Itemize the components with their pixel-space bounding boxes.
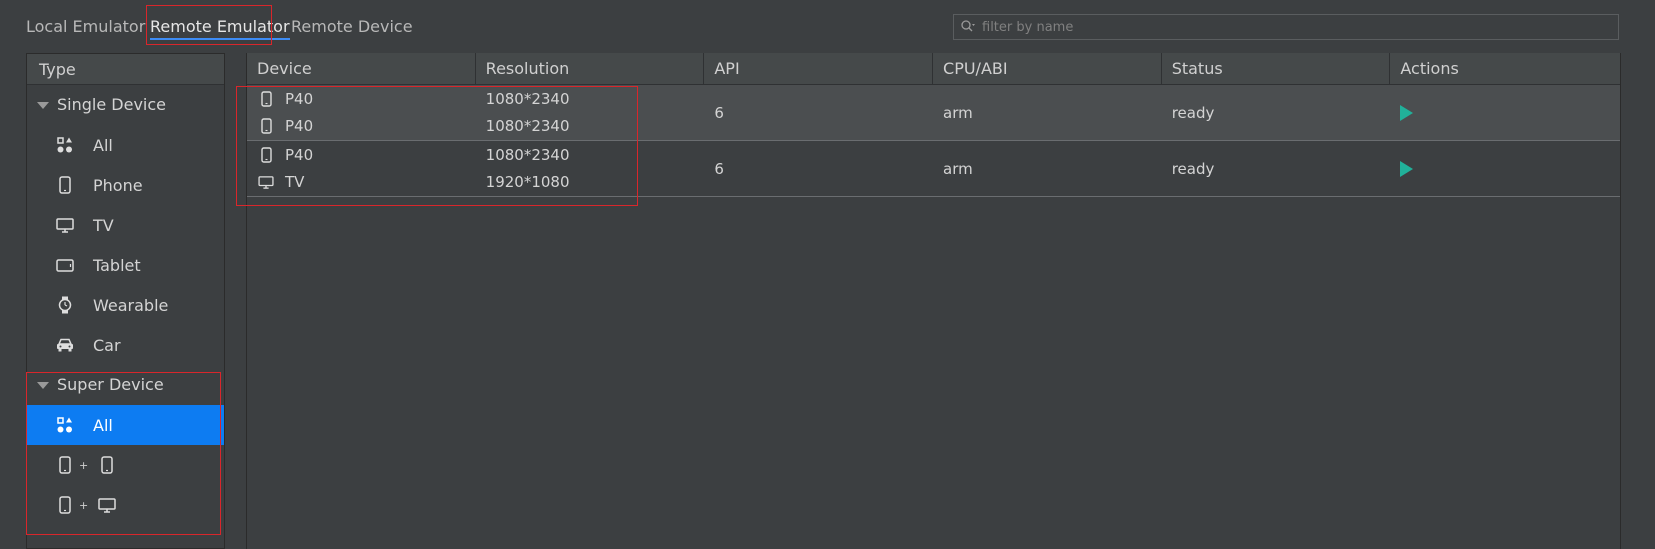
tv-icon [257,175,275,189]
column-header-resolution[interactable]: Resolution [476,53,705,85]
group-label: Super Device [57,375,164,394]
tab-remote-emulator[interactable]: Remote Emulator [150,17,290,40]
type-header: Type [27,54,224,85]
phone-icon [55,175,75,195]
sidebar-item-label: All [93,135,113,155]
device-type-panel: Type Single Device All Phone TV Tablet W… [26,53,225,549]
tablet-icon [55,255,75,275]
device-name: P40 [285,90,314,108]
resolution-value: 1080*2340 [485,90,570,108]
column-header-cpu[interactable]: CPU/ABI [933,53,1162,85]
sidebar-item-tv[interactable]: TV [27,205,224,245]
resolution-cell: 1080*2340 1920*1080 [476,141,705,196]
api-cell: 6 [714,103,724,122]
sidebar-item-label: Tablet [93,255,141,275]
actions-cell [1390,141,1620,196]
sidebar-item-car[interactable]: Car [27,325,224,365]
sidebar-item-wearable[interactable]: Wearable [27,285,224,325]
sidebar-item-label: Phone [93,175,143,195]
phone-icon [257,91,275,107]
actions-cell [1390,85,1620,140]
group-label: Single Device [57,95,166,114]
group-single-device[interactable]: Single Device [27,85,224,125]
table-row[interactable]: P40 TV 1080*2340 1920*1080 6 arm ready [247,141,1620,197]
device-name: P40 [285,117,314,135]
watch-icon [55,295,75,315]
panel-splitter[interactable] [226,53,246,549]
resolution-value: 1080*2340 [485,117,570,135]
resolution-cell: 1080*2340 1080*2340 [476,85,705,140]
column-header-api[interactable]: API [704,53,934,85]
plus-sign: + [79,458,89,472]
phone-icon [257,118,275,134]
table-row[interactable]: P40 P40 1080*2340 1080*2340 6 arm ready [247,85,1620,141]
sidebar-item-phone-tv[interactable]: + [27,485,224,525]
status-cell: ready [1171,103,1215,122]
device-table: Device Resolution API CPU/ABI Status Act… [246,53,1621,549]
resolution-value: 1080*2340 [485,146,570,164]
search-input[interactable] [982,19,1582,35]
sidebar-item-label: TV [93,215,114,235]
device-name: TV [285,173,305,191]
group-super-device[interactable]: Super Device [27,365,224,405]
phone-icon [55,495,75,515]
column-header-device[interactable]: Device [247,53,476,85]
phone-icon [55,455,75,475]
sidebar-item-label: All [93,415,113,435]
play-icon[interactable] [1400,160,1414,177]
column-header-status[interactable]: Status [1162,53,1391,85]
tab-remote-device[interactable]: Remote Device [291,17,413,36]
grid-icon [55,135,75,155]
search-icon [961,18,976,36]
search-box[interactable] [953,14,1619,40]
top-tab-bar: Local Emulator Remote Emulator Remote De… [0,0,1655,52]
sidebar-item-label: Wearable [93,295,169,315]
phone-icon [257,147,275,163]
sidebar-item-phone[interactable]: Phone [27,165,224,205]
cpu-cell: arm [943,159,973,178]
plus-sign: + [79,498,89,512]
expand-arrow-icon [37,101,49,109]
play-icon[interactable] [1400,104,1414,121]
tab-local-emulator[interactable]: Local Emulator [26,17,145,36]
status-cell: ready [1171,159,1215,178]
sidebar-item-label: Car [93,335,121,355]
device-cell: P40 P40 [247,85,476,140]
tv-icon [55,215,75,235]
grid-icon [55,415,75,435]
phone-icon [97,455,117,475]
device-cell: P40 TV [247,141,476,196]
sidebar-item-phone-phone[interactable]: + [27,445,224,485]
device-name: P40 [285,146,314,164]
resolution-value: 1920*1080 [485,173,570,191]
sidebar-item-super-all[interactable]: All [27,405,224,445]
expand-arrow-icon [37,381,49,389]
api-cell: 6 [714,159,724,178]
car-icon [55,335,75,355]
sidebar-item-all[interactable]: All [27,125,224,165]
table-header: Device Resolution API CPU/ABI Status Act… [247,53,1620,85]
column-header-actions[interactable]: Actions [1390,53,1620,85]
sidebar-item-tablet[interactable]: Tablet [27,245,224,285]
cpu-cell: arm [943,103,973,122]
tv-icon [97,495,117,515]
